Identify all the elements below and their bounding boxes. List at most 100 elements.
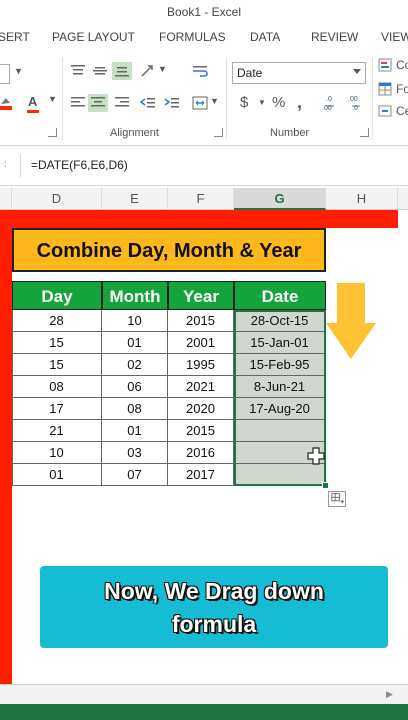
currency-button[interactable]: $ (240, 94, 248, 111)
merge-center-icon[interactable] (192, 96, 208, 110)
fill-color-icon[interactable] (0, 96, 14, 110)
table-cell[interactable]: 2015 (168, 310, 234, 332)
data-table: Day Month Year Date 28 10 2015 28-Oct-15 15 0… (12, 281, 326, 486)
column-header-f[interactable]: F (168, 188, 234, 210)
table-cell[interactable]: 2001 (168, 332, 234, 354)
caption-line-1: Now, We Drag down (104, 578, 324, 604)
chevron-down-icon[interactable]: ▼ (258, 98, 266, 107)
table-cell[interactable]: 07 (102, 464, 168, 486)
table-cell[interactable]: 8-Jun-21 (234, 376, 326, 398)
table-cell[interactable]: 06 (102, 376, 168, 398)
number-group-label: Number (270, 127, 310, 139)
name-box-remnant[interactable]: : (4, 159, 7, 170)
chevron-down-icon[interactable]: ▼ (48, 94, 57, 104)
align-left-icon[interactable] (70, 96, 86, 110)
table-cell[interactable]: 08 (102, 398, 168, 420)
table-cell[interactable]: 2021 (168, 376, 234, 398)
table-cell[interactable]: 2016 (168, 442, 234, 464)
table-cell[interactable]: 10 (12, 442, 102, 464)
table-cell[interactable]: 01 (102, 332, 168, 354)
table-cell[interactable]: 28-Oct-15 (234, 310, 326, 332)
align-center-icon[interactable] (88, 94, 108, 112)
comma-button[interactable]: , (297, 92, 302, 113)
wrap-text-icon[interactable] (192, 64, 208, 78)
banner-title: Combine Day, Month & Year (36, 240, 302, 262)
font-color-icon[interactable]: A (28, 94, 37, 109)
column-header-g[interactable]: G (234, 188, 326, 210)
conditional-formatting-icon[interactable] (378, 58, 394, 72)
column-header-h[interactable]: H (326, 188, 398, 210)
number-format-value: Date (237, 66, 263, 80)
table-cell[interactable]: 08 (12, 376, 102, 398)
table-cell[interactable]: 2015 (168, 420, 234, 442)
percent-button[interactable]: % (272, 94, 285, 111)
chevron-down-icon[interactable]: ▼ (14, 66, 23, 76)
horizontal-scrollbar[interactable]: ▶ (0, 684, 408, 704)
table-cell[interactable]: 17-Aug-20 (234, 398, 326, 420)
table-cell[interactable]: 2017 (168, 464, 234, 486)
tab-insert[interactable]: SERT (0, 30, 30, 44)
table-cell[interactable] (234, 464, 326, 486)
caption-text: Now, We Drag down formula (50, 575, 378, 641)
fill-handle[interactable] (322, 482, 329, 489)
align-bottom-icon[interactable] (112, 62, 132, 80)
increase-indent-icon[interactable] (164, 96, 180, 110)
table-header-year[interactable]: Year (168, 281, 234, 310)
autofill-options-icon[interactable] (328, 491, 346, 507)
tab-review[interactable]: REVIEW (311, 30, 358, 44)
table-cell[interactable]: 10 (102, 310, 168, 332)
table-cell[interactable]: 15-Feb-95 (234, 354, 326, 376)
conditional-formatting-label[interactable]: Co (396, 58, 408, 72)
red-frame-left (0, 210, 12, 684)
formula-text: =DATE(F6,E6,D6) (31, 158, 128, 172)
cell-styles-label[interactable]: Ce (396, 104, 408, 118)
tab-page-layout[interactable]: PAGE LAYOUT (52, 30, 135, 44)
tab-data[interactable]: DATA (250, 30, 280, 44)
format-as-table-icon[interactable] (378, 82, 394, 96)
tab-view[interactable]: VIEW (381, 30, 408, 44)
svg-text:.00: .00 (348, 96, 358, 103)
column-header-corner[interactable] (0, 188, 12, 210)
table-cell[interactable]: 15 (12, 354, 102, 376)
table-cell[interactable]: 15-Jan-01 (234, 332, 326, 354)
decrease-indent-icon[interactable] (139, 96, 156, 110)
scroll-right-icon[interactable]: ▶ (386, 689, 393, 700)
table-cell[interactable]: 2020 (168, 398, 234, 420)
formula-input[interactable]: =DATE(F6,E6,D6) (20, 155, 408, 177)
caption-line-2: formula (171, 611, 257, 637)
number-format-dropdown[interactable]: Date (232, 62, 366, 84)
table-header-day[interactable]: Day (12, 281, 102, 310)
decrease-decimal-icon[interactable]: .00.0 (348, 94, 368, 112)
column-header-d[interactable]: D (12, 188, 102, 210)
orientation-icon[interactable] (140, 64, 156, 78)
table-header-month[interactable]: Month (102, 281, 168, 310)
table-cell[interactable]: 01 (12, 464, 102, 486)
align-middle-icon[interactable] (92, 64, 108, 78)
font-size-dropdown[interactable] (0, 64, 10, 84)
table-cell[interactable]: 1995 (168, 354, 234, 376)
down-arrow-icon (326, 283, 376, 359)
table-cell[interactable] (234, 420, 326, 442)
chevron-down-icon[interactable]: ▼ (210, 96, 219, 106)
chevron-down-icon[interactable]: ▼ (158, 64, 167, 74)
table-cell[interactable]: 21 (12, 420, 102, 442)
align-top-icon[interactable] (70, 64, 86, 78)
font-dialog-launcher[interactable] (48, 128, 57, 137)
alignment-dialog-launcher[interactable] (214, 128, 223, 137)
number-dialog-launcher[interactable] (360, 128, 369, 137)
table-cell[interactable]: 02 (102, 354, 168, 376)
table-cell[interactable]: 15 (12, 332, 102, 354)
table-cell[interactable]: 01 (102, 420, 168, 442)
status-bar (0, 704, 408, 720)
table-header-date[interactable]: Date (234, 281, 326, 310)
align-right-icon[interactable] (114, 96, 130, 110)
increase-decimal-icon[interactable]: .0.00 (322, 94, 342, 112)
format-as-table-label[interactable]: Fo (396, 82, 408, 96)
table-cell[interactable]: 03 (102, 442, 168, 464)
table-cell[interactable]: 17 (12, 398, 102, 420)
cell-styles-icon[interactable] (378, 104, 394, 118)
tab-formulas[interactable]: FORMULAS (159, 30, 226, 44)
title-bar: Book1 - Excel (0, 0, 408, 26)
table-cell[interactable]: 28 (12, 310, 102, 332)
column-header-e[interactable]: E (102, 188, 168, 210)
